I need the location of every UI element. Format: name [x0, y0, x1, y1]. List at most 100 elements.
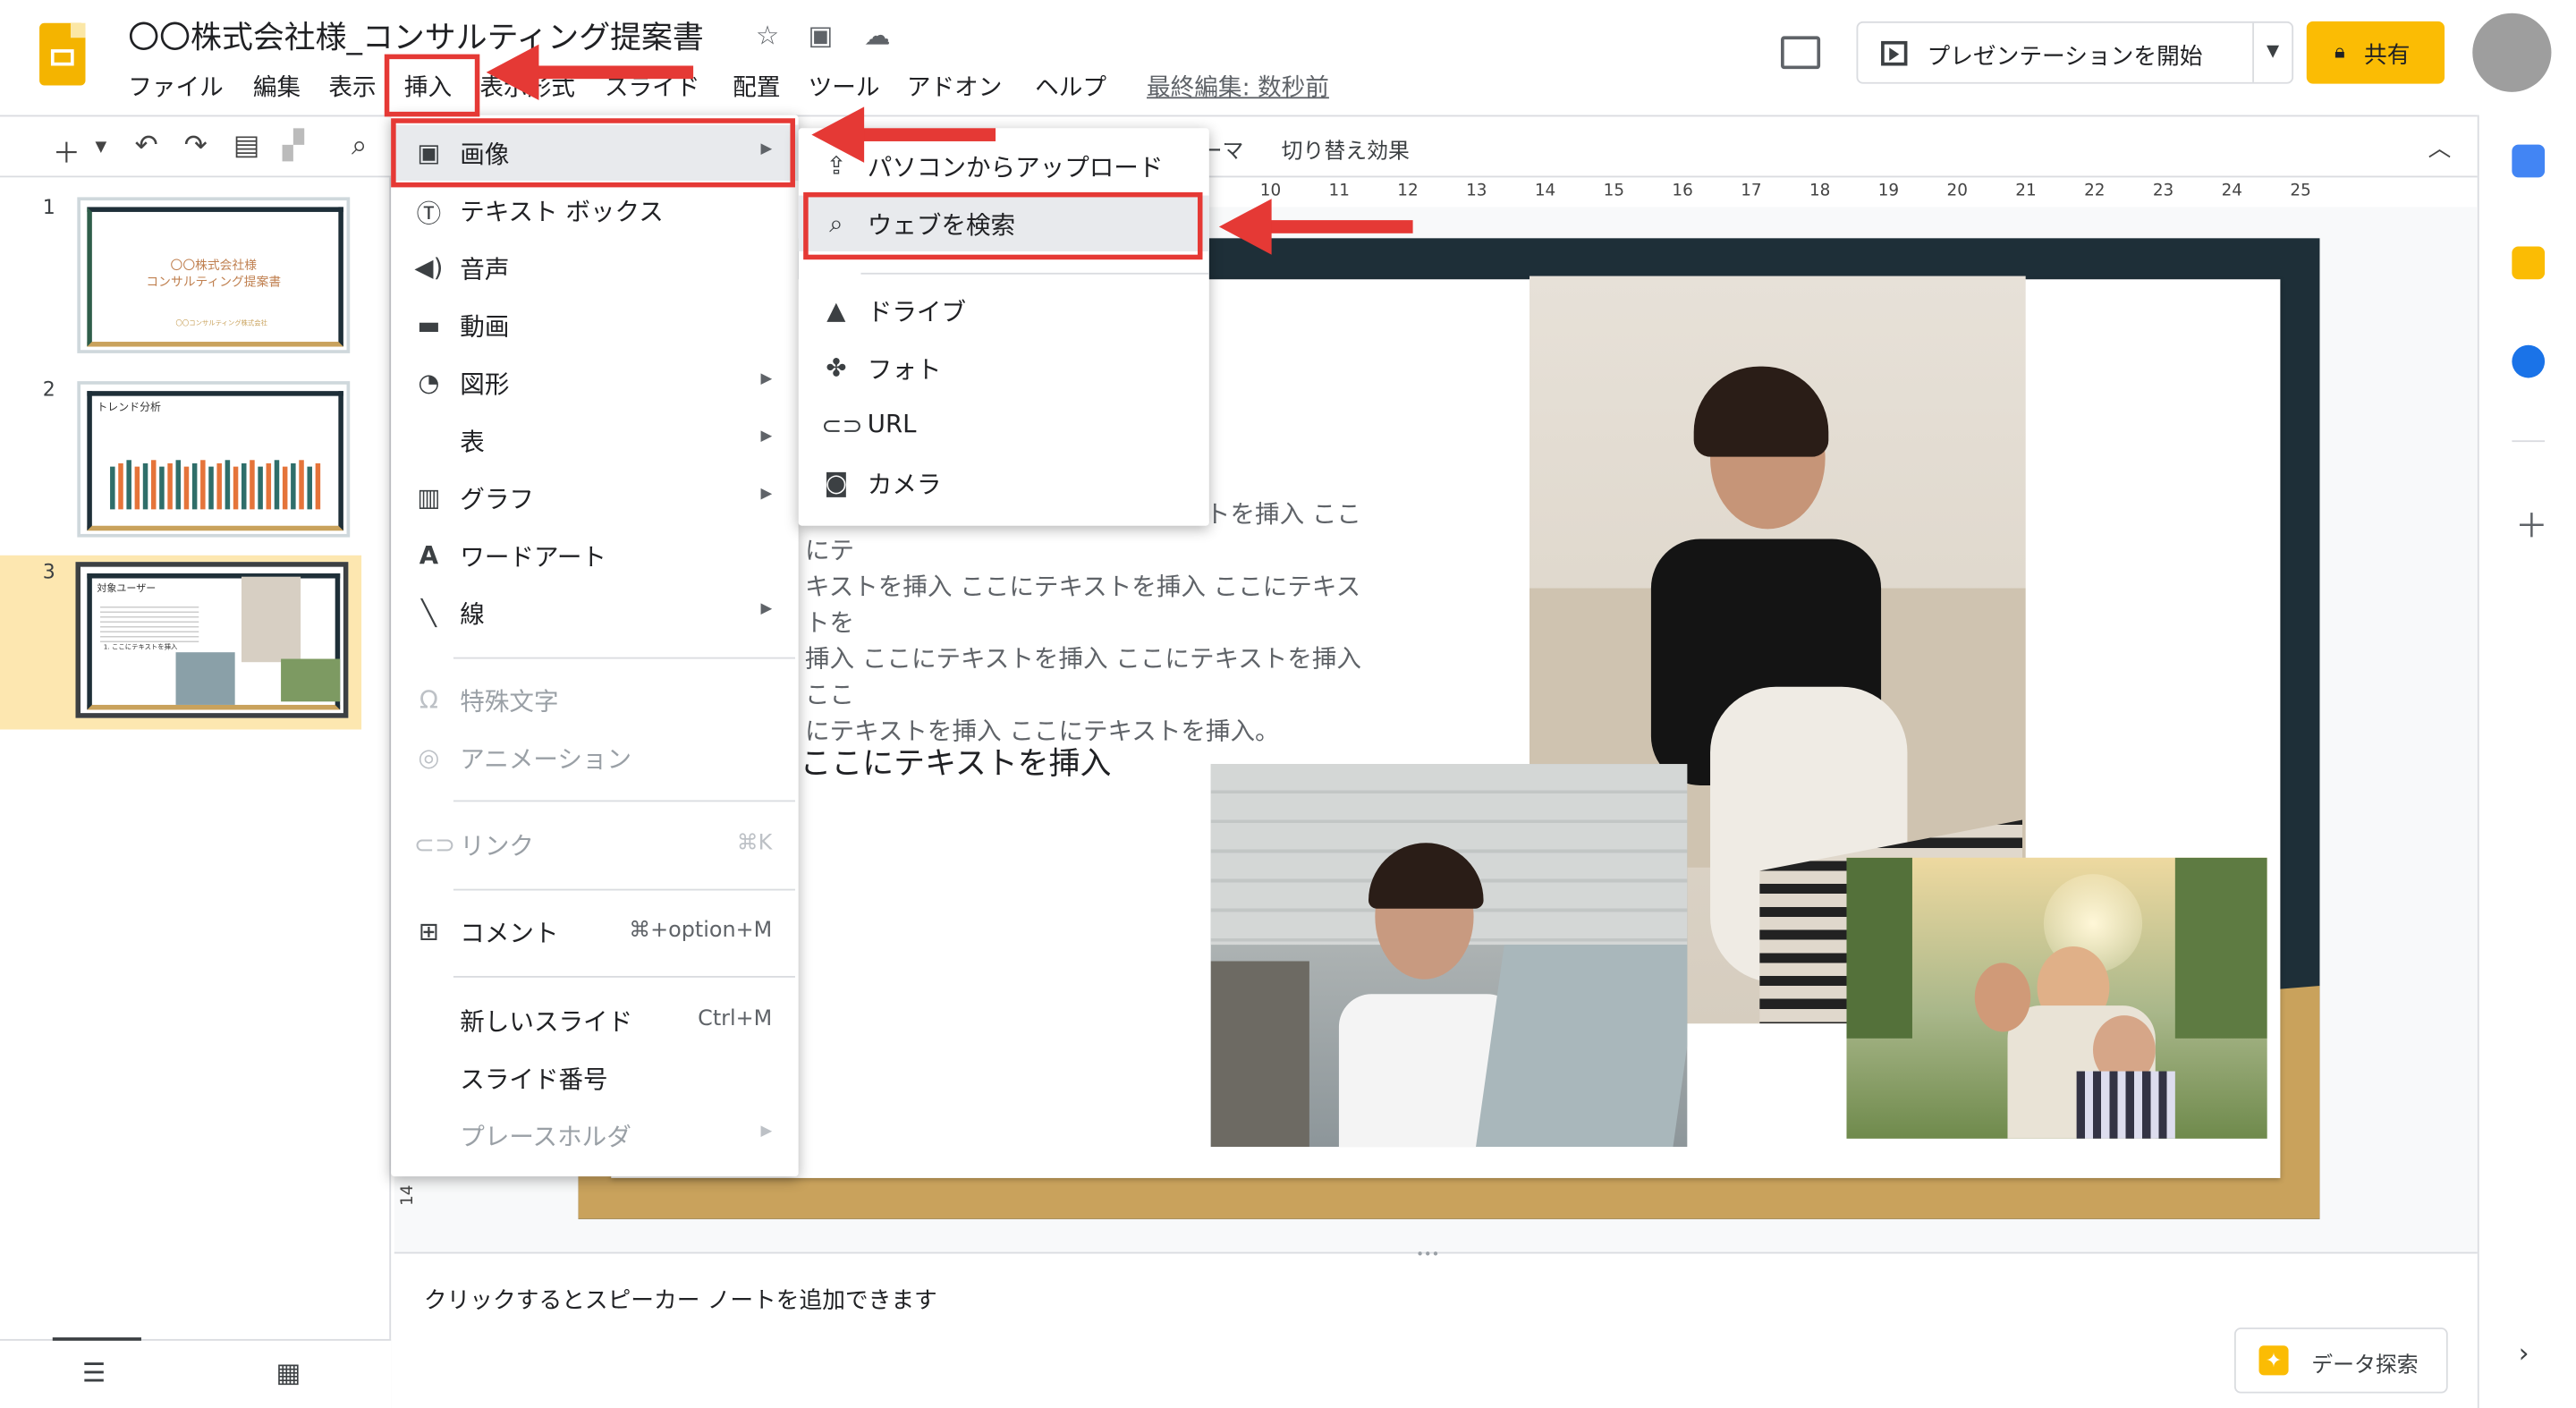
- ruler-tick: 12: [1397, 182, 1419, 201]
- insert-menu-item-new-slide[interactable]: 新しいスライド Ctrl+M: [391, 992, 799, 1048]
- chart-icon: ▥: [417, 482, 441, 513]
- print-icon[interactable]: ▤: [233, 130, 260, 163]
- collapse-toolbar-chevron-icon[interactable]: ︿: [2428, 131, 2452, 165]
- notes-resize-handle[interactable]: •••: [1416, 1247, 1439, 1262]
- insert-menu: ▣ 画像 ▶ Ⓣ テキスト ボックス ◀) 音声 ▬ 動画 ◔ 図形 ▶ 表 ▶…: [391, 115, 799, 1177]
- lock-icon: 🔒︎: [2334, 39, 2345, 63]
- menu-help[interactable]: ヘルプ: [1035, 69, 1106, 104]
- menu-item-label: フォト: [867, 354, 942, 385]
- menu-file[interactable]: ファイル: [128, 69, 224, 104]
- annotation-arrow-search-web: [1218, 199, 1413, 255]
- menu-arrange[interactable]: 配置: [733, 69, 780, 104]
- insert-menu-item-animation[interactable]: ◎ アニメーション: [391, 730, 799, 785]
- filmstrip-view-icon[interactable]: ☰: [82, 1357, 106, 1388]
- menu-item-label: 動画: [460, 311, 510, 343]
- ruler-tick: 22: [2084, 182, 2106, 201]
- thumb-bar: [126, 460, 131, 510]
- new-slide-dropdown-icon[interactable]: ▼: [96, 140, 107, 156]
- menu-addons[interactable]: アドオン: [907, 69, 1003, 104]
- menu-edit[interactable]: 編集: [253, 69, 301, 104]
- menu-item-label: カメラ: [867, 470, 942, 500]
- text-box-icon: Ⓣ: [416, 199, 442, 229]
- drive-icon: ▲: [826, 295, 846, 326]
- menu-item-shortcut: ⌘+option+M: [629, 918, 773, 944]
- insert-menu-item-comment[interactable]: ⊞ コメント ⌘+option+M: [391, 903, 799, 959]
- explore-button[interactable]: ✦ データ探索: [2233, 1327, 2448, 1394]
- account-avatar[interactable]: [2472, 13, 2552, 92]
- calendar-icon[interactable]: [2512, 144, 2546, 178]
- comment-icon: ⊞: [418, 916, 439, 946]
- image-submenu-item-url[interactable]: ⊂⊃ URL: [799, 397, 1209, 453]
- undo-icon[interactable]: ↶: [135, 130, 158, 163]
- insert-menu-item-text-box[interactable]: Ⓣ テキスト ボックス: [391, 182, 799, 238]
- transition-button[interactable]: 切り替え効果: [1282, 133, 1410, 165]
- slides-logo-icon[interactable]: [39, 22, 86, 86]
- ruler-tick: 18: [1809, 182, 1831, 201]
- photo-woman-phone[interactable]: [1210, 764, 1688, 1148]
- insert-menu-item-placeholder[interactable]: プレースホルダ ▶: [391, 1107, 799, 1163]
- image-submenu-item-camera[interactable]: ◙ カメラ: [799, 455, 1209, 511]
- share-button[interactable]: 🔒︎ 共有: [2306, 21, 2445, 84]
- present-dropdown-chevron-icon[interactable]: ▼: [2252, 22, 2292, 82]
- move-folder-icon[interactable]: ▣: [809, 20, 834, 51]
- share-label: 共有: [2364, 42, 2411, 70]
- menu-divider: [453, 800, 795, 802]
- insert-menu-item-word-art[interactable]: A ワードアート: [391, 528, 799, 583]
- thumb2-bar-chart: [110, 460, 321, 510]
- speaker-notes[interactable]: ••• クリックするとスピーカー ノートを追加できます: [394, 1247, 2478, 1408]
- insert-menu-item-special-chars[interactable]: Ω 特殊文字: [391, 672, 799, 727]
- filmstrip-view-bar: ☰ ▦: [0, 1337, 392, 1408]
- thumb-bar: [216, 462, 222, 510]
- thumb-bar: [150, 460, 157, 510]
- filmstrip: [0, 177, 392, 1408]
- slide-body-text[interactable]: ここにテ キストを挿入 ここにテキストを挿入 ここにテ キストを 挿入 ここにテキス…: [805, 496, 1363, 750]
- ruler-tick: 14: [1534, 182, 1556, 201]
- comment-history-icon[interactable]: [1781, 36, 1821, 70]
- horizontal-ruler: 10 11 12 13 14 15 16 17 18 19 20 21 22 23 24 25: [1208, 182, 2317, 206]
- image-submenu-item-drive[interactable]: ▲ ドライブ: [799, 283, 1209, 338]
- star-icon[interactable]: ☆: [756, 20, 779, 51]
- menu-view[interactable]: 表示: [328, 69, 376, 104]
- insert-menu-item-shape[interactable]: ◔ 図形 ▶: [391, 355, 799, 411]
- new-slide-plus-icon[interactable]: ＋: [53, 130, 80, 171]
- insert-menu-item-link[interactable]: ⊂⊃ リンク ⌘K: [391, 817, 799, 872]
- insert-menu-item-line[interactable]: ╲ 線 ▶: [391, 585, 799, 640]
- cloud-status-icon[interactable]: ☁: [864, 20, 890, 51]
- image-submenu-item-photos[interactable]: ✤ フォト: [799, 340, 1209, 395]
- redo-icon[interactable]: ↷: [184, 130, 208, 163]
- thumb-bar: [110, 466, 115, 510]
- insert-menu-item-table[interactable]: 表 ▶: [391, 412, 799, 468]
- keep-icon[interactable]: [2512, 246, 2546, 280]
- thumb-bar: [299, 460, 304, 510]
- slide-thumbnail-1[interactable]: 〇〇株式会社様 コンサルティング提案書 〇〇コンサルティング株式会社: [77, 197, 351, 353]
- menu-item-label: 特殊文字: [460, 686, 559, 717]
- zoom-icon[interactable]: ⌕: [352, 130, 368, 163]
- tasks-icon[interactable]: [2512, 344, 2546, 378]
- paint-format-icon[interactable]: ▞: [283, 130, 304, 163]
- last-edit-link[interactable]: 最終編集: 数秒前: [1147, 69, 1329, 104]
- insert-menu-item-audio[interactable]: ◀) 音声: [391, 240, 799, 295]
- document-title[interactable]: 〇〇株式会社様_コンサルティング提案書: [128, 13, 704, 58]
- menu-item-label: URL: [867, 409, 917, 439]
- slide-thumbnail-3[interactable]: 対象ユーザー 1. ここにテキストを挿入: [75, 562, 349, 718]
- highlight-insert-menu: [384, 54, 480, 117]
- thumb-bar: [200, 460, 206, 510]
- insert-menu-item-video[interactable]: ▬ 動画: [391, 297, 799, 352]
- menu-tools[interactable]: ツール: [809, 69, 880, 104]
- insert-menu-item-slide-number[interactable]: スライド番号: [391, 1050, 799, 1106]
- thumb-bar: [134, 466, 140, 510]
- thumb-bar: [159, 466, 165, 510]
- present-button[interactable]: プレゼンテーションを開始 ▼: [1856, 21, 2294, 84]
- omega-icon: Ω: [419, 684, 438, 715]
- present-label: プレゼンテーションを開始: [1927, 44, 2203, 71]
- get-addons-plus-icon[interactable]: ＋: [2515, 499, 2548, 547]
- grid-view-icon[interactable]: ▦: [276, 1357, 301, 1388]
- insert-menu-item-chart[interactable]: ▥ グラフ ▶: [391, 470, 799, 525]
- thumb-bar: [241, 462, 247, 510]
- photo-family[interactable]: [1846, 857, 2267, 1139]
- thumb2-title: トレンド分析: [97, 401, 161, 414]
- slide-thumbnail-2[interactable]: トレンド分析: [77, 381, 351, 538]
- slide-subheading[interactable]: ここにテキストを挿入: [800, 740, 1111, 785]
- thumb-bar: [233, 466, 239, 510]
- expand-panel-chevron-icon[interactable]: ›: [2519, 1337, 2529, 1369]
